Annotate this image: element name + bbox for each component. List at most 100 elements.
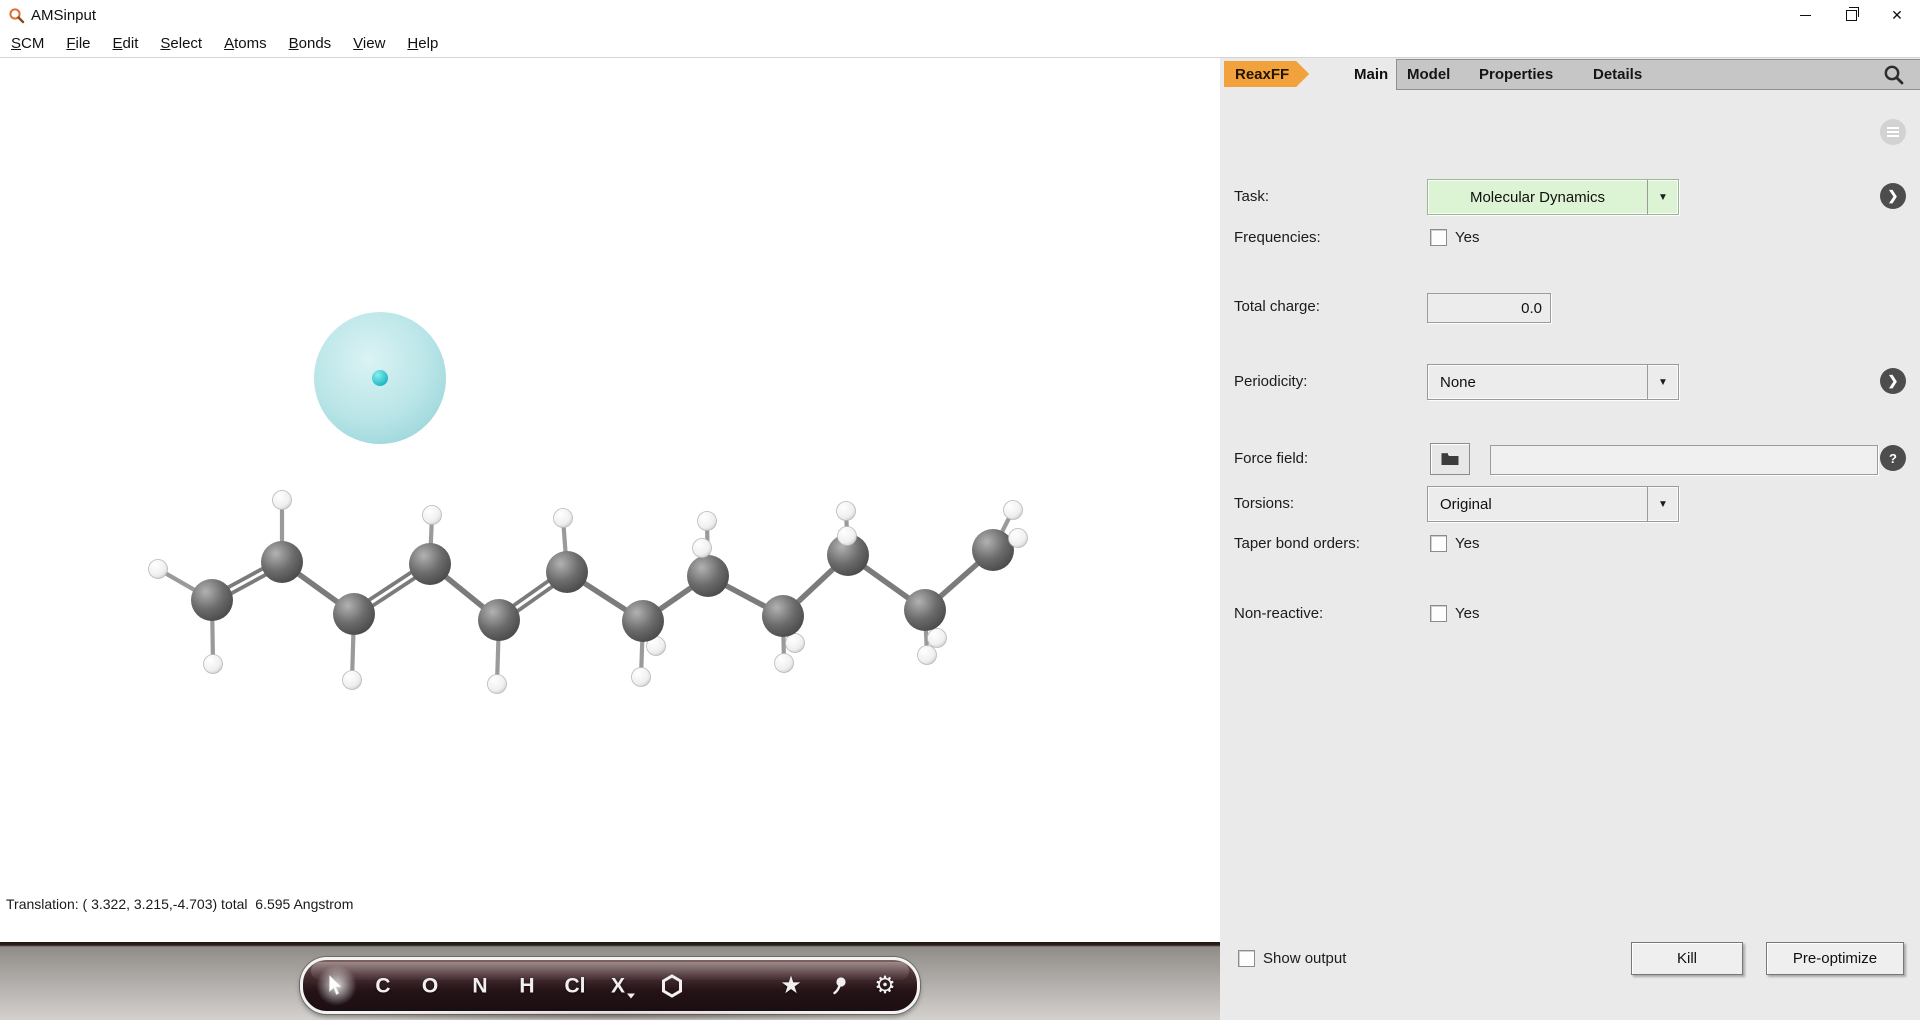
- element-picker-button[interactable]: X: [611, 975, 625, 996]
- atom-h[interactable]: [928, 629, 947, 648]
- menu-scm[interactable]: SCM: [0, 35, 55, 52]
- atom-h[interactable]: [149, 560, 168, 579]
- atom-h[interactable]: [837, 502, 856, 521]
- dropdown-arrow-icon[interactable]: ▼: [1647, 365, 1678, 399]
- menu-atoms[interactable]: Atoms: [213, 35, 278, 52]
- atom-h[interactable]: [698, 512, 717, 531]
- frequencies-option-label: Yes: [1455, 229, 1479, 246]
- total-charge-input[interactable]: [1427, 293, 1551, 323]
- atom-c[interactable]: [762, 595, 804, 637]
- menu-view[interactable]: View: [342, 35, 396, 52]
- force-field-help-icon[interactable]: ?: [1880, 445, 1906, 471]
- toolbar-band: C O N H Cl X ★ ⚙: [0, 942, 1220, 1020]
- atom-c[interactable]: [191, 579, 233, 621]
- atom-h[interactable]: [204, 655, 223, 674]
- ring-tool-icon: [661, 974, 683, 998]
- atom-c[interactable]: [409, 543, 451, 585]
- periodicity-dropdown[interactable]: None ▼: [1427, 364, 1679, 400]
- close-icon: ✕: [1891, 8, 1903, 22]
- element-oxygen-button[interactable]: O: [422, 975, 438, 996]
- structures-tool-button[interactable]: ★: [780, 974, 802, 998]
- torsions-value: Original: [1428, 496, 1647, 513]
- task-detail-chevron-icon[interactable]: ❯: [1880, 183, 1906, 209]
- atom-c[interactable]: [478, 599, 520, 641]
- atom-h[interactable]: [632, 668, 651, 687]
- balloon-tool-button[interactable]: [830, 976, 848, 996]
- force-field-browse-button[interactable]: [1430, 443, 1470, 475]
- minimize-icon: [1800, 15, 1811, 16]
- pre-optimize-button[interactable]: Pre-optimize: [1766, 942, 1904, 975]
- atom-c[interactable]: [261, 541, 303, 583]
- tab-reaxff[interactable]: ReaxFF: [1224, 61, 1309, 87]
- select-tool-button[interactable]: [329, 975, 344, 996]
- tab-main[interactable]: Main: [1354, 61, 1388, 87]
- atom-c[interactable]: [333, 593, 375, 635]
- menu-select[interactable]: Select: [149, 35, 213, 52]
- menu-edit[interactable]: Edit: [102, 35, 150, 52]
- atom-c[interactable]: [904, 589, 946, 631]
- atom-h[interactable]: [1009, 529, 1028, 548]
- element-carbon-button[interactable]: C: [375, 975, 390, 996]
- periodicity-value: None: [1428, 374, 1647, 391]
- menu-file[interactable]: File: [55, 35, 101, 52]
- folder-icon: [1440, 451, 1460, 467]
- atom-h[interactable]: [488, 675, 507, 694]
- atom-c[interactable]: [972, 529, 1014, 571]
- task-dropdown[interactable]: Molecular Dynamics ▼: [1427, 179, 1679, 215]
- element-toolbar: C O N H Cl X ★ ⚙: [300, 957, 920, 1014]
- menu-bonds[interactable]: Bonds: [278, 35, 343, 52]
- minimize-button[interactable]: [1782, 0, 1828, 30]
- atom-c[interactable]: [622, 600, 664, 642]
- close-button[interactable]: ✕: [1874, 0, 1920, 30]
- frequencies-checkbox[interactable]: [1430, 229, 1447, 246]
- atom-h[interactable]: [423, 506, 442, 525]
- dropdown-arrow-icon[interactable]: ▼: [1647, 487, 1678, 521]
- atom-h[interactable]: [775, 654, 794, 673]
- periodicity-detail-chevron-icon[interactable]: ❯: [1880, 368, 1906, 394]
- atom-h[interactable]: [693, 539, 712, 558]
- window-title: AMSinput: [31, 7, 96, 24]
- force-field-input[interactable]: [1490, 445, 1878, 475]
- atom-h[interactable]: [1004, 501, 1023, 520]
- atom-c[interactable]: [546, 551, 588, 593]
- dropdown-arrow-icon[interactable]: ▼: [1647, 180, 1678, 214]
- panel-tab-bar: ReaxFF Main Model Properties Details: [1220, 58, 1920, 90]
- tab-details[interactable]: Details: [1593, 60, 1642, 89]
- torsions-dropdown[interactable]: Original ▼: [1427, 486, 1679, 522]
- tab-properties[interactable]: Properties: [1479, 60, 1553, 89]
- panel-menu-icon[interactable]: [1880, 119, 1906, 145]
- ring-tool-button[interactable]: [661, 974, 683, 998]
- show-output-checkbox[interactable]: [1238, 950, 1255, 967]
- atom-h[interactable]: [918, 646, 937, 665]
- search-icon[interactable]: [1882, 63, 1906, 87]
- element-chlorine-button[interactable]: Cl: [565, 975, 586, 996]
- atom-c[interactable]: [687, 555, 729, 597]
- tab-model[interactable]: Model: [1407, 60, 1450, 89]
- hamburger-icon: [1887, 131, 1899, 133]
- restore-button[interactable]: [1828, 0, 1874, 30]
- non-reactive-option-label: Yes: [1455, 605, 1479, 622]
- viewer-canvas[interactable]: Translation: ( 3.322, 3.215,-4.703) tota…: [0, 58, 1220, 942]
- atom-h[interactable]: [273, 491, 292, 510]
- molecule-scene[interactable]: [0, 58, 1220, 942]
- taper-checkbox[interactable]: [1430, 535, 1447, 552]
- toolbar-reflection: [330, 1012, 890, 1020]
- settings-tool-button[interactable]: ⚙: [874, 974, 896, 998]
- taper-option-label: Yes: [1455, 535, 1479, 552]
- taper-bond-orders-label: Taper bond orders:: [1234, 535, 1360, 552]
- menu-help[interactable]: Help: [396, 35, 449, 52]
- kill-button[interactable]: Kill: [1631, 942, 1743, 975]
- atom-h[interactable]: [786, 634, 805, 653]
- non-reactive-checkbox[interactable]: [1430, 605, 1447, 622]
- show-output-label: Show output: [1263, 950, 1346, 967]
- force-field-label: Force field:: [1234, 450, 1308, 467]
- region-core-atom[interactable]: [372, 370, 388, 386]
- task-label: Task:: [1234, 188, 1269, 205]
- dropdown-caret-icon: [627, 993, 635, 998]
- element-nitrogen-button[interactable]: N: [472, 975, 487, 996]
- frequencies-label: Frequencies:: [1234, 229, 1321, 246]
- atom-h[interactable]: [554, 509, 573, 528]
- atom-h[interactable]: [343, 671, 362, 690]
- atom-h[interactable]: [838, 527, 857, 546]
- element-hydrogen-button[interactable]: H: [519, 975, 534, 996]
